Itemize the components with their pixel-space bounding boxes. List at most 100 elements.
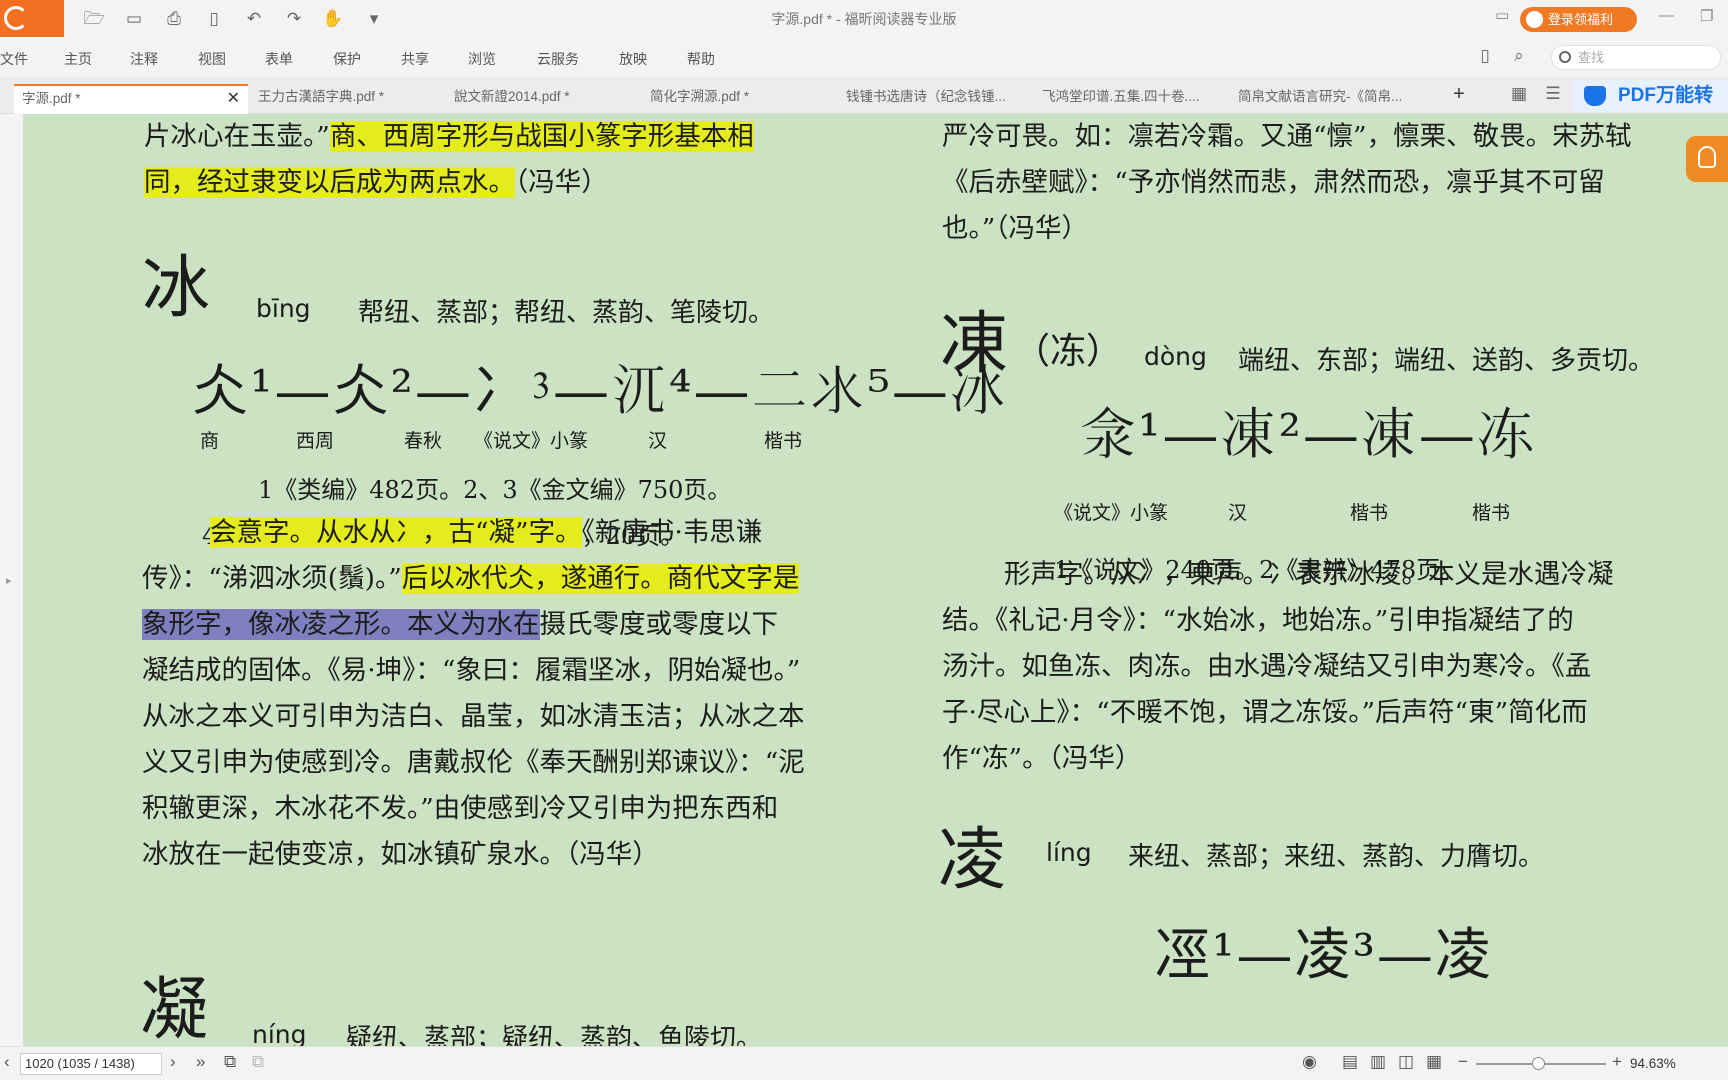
paste-page-icon[interactable]: ⧉ <box>252 1052 264 1072</box>
page-number-field[interactable]: 1020 (1035 / 1438) <box>20 1053 162 1075</box>
left-line-1: 同，经过隶变以后成为两点水。（冯华） <box>144 160 608 206</box>
tab-jianhuazi[interactable]: 简化字溯源.pdf * <box>642 84 832 114</box>
login-button[interactable]: 登录领福利 <box>1520 7 1637 32</box>
shield-icon <box>1584 86 1606 106</box>
restore-mini-icon[interactable]: ▭ <box>1495 6 1509 24</box>
menu-view[interactable]: 视图 <box>198 49 226 69</box>
lightbulb-icon <box>1698 146 1716 168</box>
text-span: 传》：“涕泗冰须(鬚)。” <box>142 563 402 594</box>
zoom-slider-handle[interactable] <box>1532 1057 1545 1070</box>
highlight-yellow[interactable]: 会意字。从水从冫，古“凝”字。 <box>210 517 582 548</box>
right-line-2: 也。”（冯华） <box>942 213 1089 244</box>
grid-view-icon[interactable]: ▦ <box>1508 83 1530 105</box>
caption: 楷书 <box>1472 502 1511 524</box>
maximize-icon[interactable]: ❐ <box>1700 7 1713 25</box>
menu-form[interactable]: 表单 <box>265 49 293 69</box>
menu-bar: 文件 主页 注释 视图 表单 保护 共享 浏览 云服务 放映 帮助 ▯ ⌕ 查找 <box>0 37 1728 77</box>
tab-bar: 字源.pdf * ✕ 王力古漢語字典.pdf * 說文新證2014.pdf * 简… <box>0 77 1728 114</box>
tab-qianzhongshu[interactable]: 钱锺书选唐诗（纪念钱锺... <box>838 84 1028 114</box>
caption: 春秋 <box>404 430 443 452</box>
tab-jianbo[interactable]: 简帛文献语言研究-《简帛... <box>1230 84 1420 114</box>
search-input[interactable]: 查找 <box>1551 45 1721 70</box>
copy-page-icon[interactable]: ⧉ <box>224 1052 236 1072</box>
tab-shuowen[interactable]: 說文新證2014.pdf * <box>446 84 636 114</box>
fanqie-ling: 来纽、蒸部；来纽、蒸韵、力膺切。 <box>1128 842 1545 872</box>
left-line-t3: 象形字，像冰凌之形。本义为水在摄氏零度或零度以下 <box>142 602 778 648</box>
two-continuous-icon[interactable]: ▦ <box>1426 1052 1442 1072</box>
caption: 汉 <box>648 430 668 452</box>
caption: 楷书 <box>1350 502 1389 524</box>
tips-button[interactable] <box>1686 136 1728 182</box>
text-span: 摄氏零度或零度以下 <box>539 609 779 640</box>
right-line-1: 《后赤壁赋》：“予亦悄然而悲，肃然而恐，凛乎其不可留 <box>942 167 1605 198</box>
single-page-icon[interactable]: ▤ <box>1342 1052 1358 1072</box>
tab-ziyuan[interactable]: 字源.pdf * ✕ <box>14 84 248 114</box>
pinyin-bing: bīng <box>256 294 311 323</box>
minimize-icon[interactable]: — <box>1659 7 1674 24</box>
tab-feihongtang[interactable]: 飞鸿堂印谱.五集.四十卷.... <box>1034 84 1224 114</box>
prev-page-icon[interactable]: ‹ <box>4 1052 10 1072</box>
caption: 汉 <box>1228 502 1248 524</box>
zoom-in-icon[interactable]: + <box>1612 1052 1622 1072</box>
caption: 楷书 <box>764 430 803 452</box>
glyph-evolution-bing: 仌¹—仌²—冫⁳—𣲍⁴—二氺⁵—冰 <box>192 359 1008 424</box>
right-line-s1: 形声字。从冫，東声。冫表示冰凌。本义是水遇冷凝 <box>1004 559 1614 590</box>
left-line-t4: 凝结成的固体。《易·坤》：“象曰：履霜坚冰，阴始凝也。” <box>142 655 801 686</box>
left-line-t2: 传》：“涕泗冰须(鬚)。”后以冰代仌，遂通行。商代文字是 <box>142 556 800 602</box>
headword-ning: 凝 <box>140 971 209 1046</box>
menu-home[interactable]: 主页 <box>64 49 92 69</box>
tab-list-icon[interactable]: ☰ <box>1542 83 1564 105</box>
left-line-t5: 从冰之本义可引申为洁白、晶莹，如冰清玉洁；从冰之本 <box>142 701 805 732</box>
glyph-evolution-ling: 𠗊¹—凌³—凌 <box>1154 923 1493 988</box>
highlight-yellow[interactable]: 商、西周字形与战国小篆字形基本相 <box>329 121 754 152</box>
menu-help[interactable]: 帮助 <box>687 49 715 69</box>
page-number-value: 1020 (1035 / 1438) <box>25 1056 135 1071</box>
zoom-out-icon[interactable]: − <box>1458 1052 1468 1072</box>
search-placeholder: 查找 <box>1578 50 1605 65</box>
right-line-s2: 结。《礼记·月令》：“水始冰，地始冻。”引申指凝结了的 <box>942 605 1574 636</box>
login-label: 登录领福利 <box>1548 12 1614 27</box>
find-options-icon[interactable]: ⌕ <box>1508 45 1530 67</box>
status-bar: ‹ 1020 (1035 / 1438) › » ⧉ ⧉ ◉ ▤ ▥ ◫ ▦ −… <box>0 1046 1728 1080</box>
fanqie-dong: 端纽、东部；端纽、送韵、多贡切。 <box>1238 346 1655 376</box>
two-page-icon[interactable]: ◫ <box>1398 1052 1414 1072</box>
text-span: 片冰心在玉壶。” <box>144 121 330 152</box>
next-page-icon[interactable]: › <box>170 1052 176 1072</box>
pdf-page[interactable]: 片冰心在玉壶。”商、西周字形与战国小篆字形基本相 同，经过隶变以后成为两点水。（… <box>24 114 1728 1046</box>
last-page-icon[interactable]: » <box>196 1052 205 1072</box>
source-note: 1《类编》482页。2、3《金文编》750页。 <box>258 476 732 504</box>
menu-file[interactable]: 文件 <box>0 49 28 69</box>
text-span: （冯华） <box>515 167 608 198</box>
text-span: 《新唐书·韦思谦 <box>581 517 763 548</box>
eye-icon[interactable]: ◉ <box>1302 1052 1317 1072</box>
phone-icon[interactable]: ▯ <box>1474 45 1496 67</box>
highlight-yellow[interactable]: 同，经过隶变以后成为两点水。 <box>144 167 515 198</box>
headword-dong: 凍 <box>940 305 1009 384</box>
expand-arrow-icon: ▸ <box>6 575 12 587</box>
close-icon[interactable]: ✕ <box>227 86 240 112</box>
pinyin-ling: líng <box>1046 838 1092 867</box>
left-line-t7: 积辙更深，木冰花不发。”由使感到冷又引申为把东西和 <box>142 793 779 824</box>
banner-label: PDF万能转 <box>1618 85 1714 106</box>
right-line-s3: 汤汁。如鱼冻、肉冻。由水遇冷凝结又引申为寒冷。《孟 <box>942 651 1592 682</box>
menu-annotate[interactable]: 注释 <box>130 49 158 69</box>
zoom-value[interactable]: 94.63% <box>1630 1056 1676 1071</box>
menu-slideshow[interactable]: 放映 <box>619 49 647 69</box>
menu-share[interactable]: 共享 <box>401 49 429 69</box>
menu-protect[interactable]: 保护 <box>333 49 361 69</box>
menu-browse[interactable]: 浏览 <box>468 49 496 69</box>
menu-cloud[interactable]: 云服务 <box>537 49 579 69</box>
selected-text[interactable]: 象形字，像冰凌之形。本义为水在 <box>142 609 540 640</box>
caption: 西周 <box>296 430 335 452</box>
new-tab-icon[interactable]: + <box>1448 83 1470 105</box>
tab-wangli[interactable]: 王力古漢語字典.pdf * <box>250 84 440 114</box>
side-panel-toggle[interactable]: ▸ <box>0 114 24 1046</box>
user-avatar-icon <box>1526 11 1543 28</box>
caption: 《说文》小篆 <box>1054 502 1169 524</box>
continuous-page-icon[interactable]: ▥ <box>1370 1052 1386 1072</box>
pdf-converter-banner[interactable]: PDF万能转 <box>1572 80 1728 112</box>
highlight-yellow[interactable]: 后以冰代仌，遂通行。商代文字是 <box>401 563 800 594</box>
left-line-t1: 会意字。从水从冫，古“凝”字。《新唐书·韦思谦 <box>210 510 762 556</box>
pinyin-ning: níng <box>252 1020 307 1046</box>
tab-label: 字源.pdf * <box>22 91 81 106</box>
